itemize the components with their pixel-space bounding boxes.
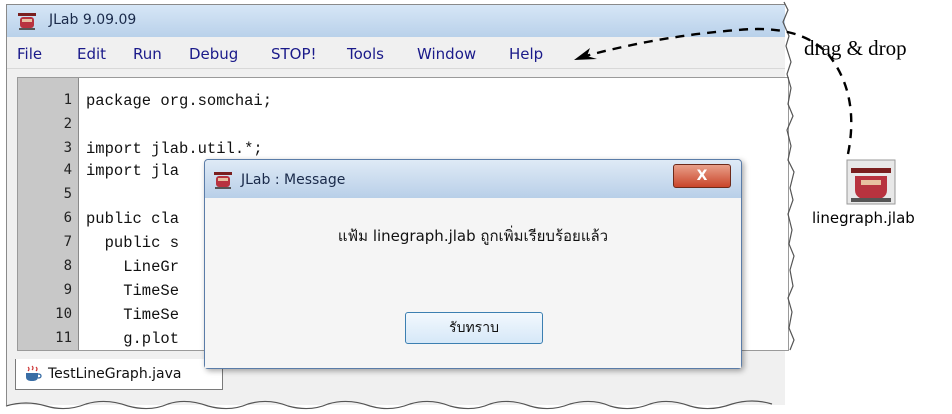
menu-window[interactable]: Window — [417, 45, 476, 63]
line-number: 4 — [63, 162, 72, 178]
jlab-app-icon — [214, 172, 232, 189]
window-title: JLab 9.09.09 — [49, 12, 137, 28]
code-line: public cla — [86, 210, 180, 228]
dialog-message: แฟ้ม linegraph.jlab ถูกเพิ่มเรียบร้อยแล้… — [337, 227, 609, 245]
menu-stop[interactable]: STOP! — [271, 45, 317, 63]
menu-run[interactable]: Run — [133, 45, 162, 63]
ok-button[interactable]: รับทราบ — [405, 312, 543, 344]
dialog-body: แฟ้ม linegraph.jlab ถูกเพิ่มเรียบร้อยแล้… — [205, 198, 741, 368]
line-number: 11 — [55, 330, 72, 346]
code-line: package org.somchai; — [86, 92, 273, 110]
code-line: import jla — [86, 162, 180, 180]
line-number: 8 — [63, 258, 72, 274]
message-dialog: JLab : Message X แฟ้ม linegraph.jlab ถูก… — [204, 159, 742, 369]
code-line: import jlab.util.*; — [86, 140, 263, 158]
line-number-gutter: 1 2 3 4 5 6 7 8 9 10 11 — [18, 78, 79, 350]
title-bar: JLab 9.09.09 — [7, 5, 785, 37]
file-icon-label: linegraph.jlab — [812, 209, 915, 227]
line-number: 3 — [63, 140, 72, 156]
line-number: 7 — [63, 234, 72, 250]
jlab-app-icon — [18, 13, 36, 30]
dialog-title-bar: JLab : Message X — [205, 160, 741, 198]
file-tab-label: TestLineGraph.java — [48, 366, 182, 382]
menu-bar: File Edit Run Debug STOP! Tools Window H… — [7, 38, 785, 69]
line-number: 2 — [63, 116, 72, 132]
menu-help[interactable]: Help — [509, 45, 543, 63]
drag-drop-annotation: drag & drop — [804, 36, 907, 60]
line-number: 1 — [63, 92, 72, 108]
line-number: 10 — [55, 306, 72, 322]
line-number: 9 — [63, 282, 72, 298]
java-cup-icon — [26, 365, 42, 381]
file-tab[interactable]: TestLineGraph.java — [15, 359, 223, 390]
close-icon: X — [696, 168, 708, 184]
code-line: TimeSe — [86, 306, 180, 324]
close-button[interactable]: X — [673, 164, 731, 188]
code-line: public s — [86, 234, 180, 252]
menu-tools[interactable]: Tools — [347, 45, 384, 63]
menu-edit[interactable]: Edit — [77, 45, 106, 63]
code-line: LineGr — [86, 258, 180, 276]
menu-file[interactable]: File — [17, 45, 42, 63]
menu-debug[interactable]: Debug — [189, 45, 238, 63]
line-number: 5 — [63, 186, 72, 202]
code-line: TimeSe — [86, 282, 180, 300]
code-line: g.plot — [86, 330, 180, 348]
line-number: 6 — [63, 210, 72, 226]
jlab-file-icon[interactable] — [845, 158, 897, 206]
dialog-title: JLab : Message — [241, 172, 346, 188]
